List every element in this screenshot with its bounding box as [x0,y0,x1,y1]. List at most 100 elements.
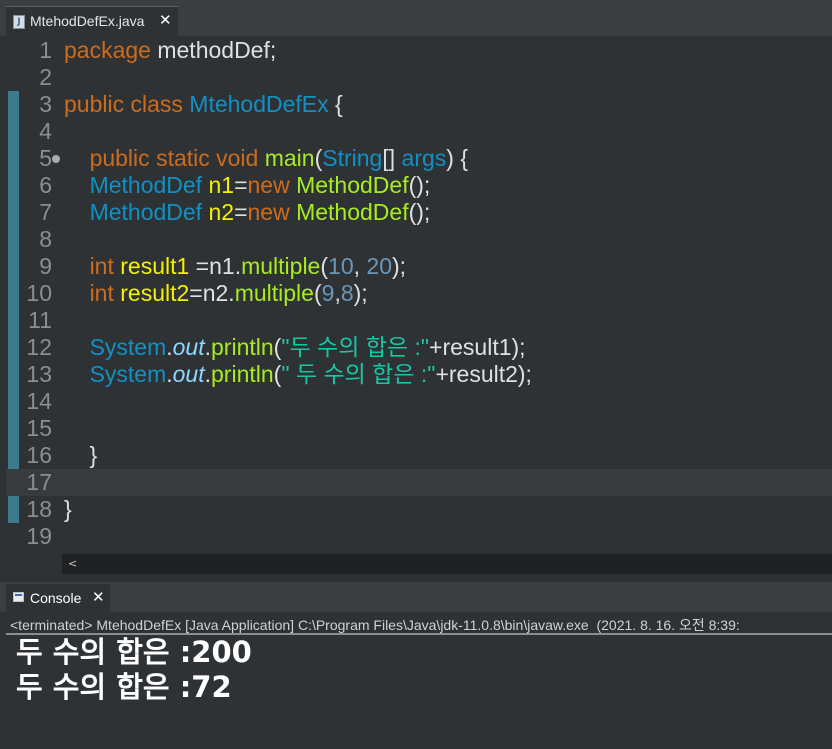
code-token: methodDef; [150,37,277,63]
line-number: 6 [39,172,52,198]
code-token: result1 [120,253,190,279]
code-token: n2 [208,199,235,225]
code-token: package [64,37,151,63]
console-tab-bar: Console ✕ [0,582,832,612]
console-view[interactable]: <terminated> MtehodDefEx [Java Applicati… [6,612,832,749]
editor-tab-label: MtehodDefEx.java [30,13,145,29]
code-line[interactable]: 2 [6,64,832,91]
code-line[interactable]: 18} [6,496,832,523]
code-token: } [64,496,72,522]
code-token: ( [313,280,322,306]
java-file-icon: J [13,15,25,29]
code-text: System.out.println("두 수의 합은 :"+result1); [64,334,526,361]
code-line[interactable]: 11 [6,307,832,334]
fold-marker-icon[interactable] [52,155,60,163]
code-token: args [401,145,447,171]
line-number: 10 [26,280,52,306]
code-token: int [89,280,114,306]
code-token: (); [408,199,431,225]
code-token: =n2. [189,280,235,306]
code-token: multiple [241,253,321,279]
console-tab-label: Console [30,590,82,606]
code-token: out [172,334,205,360]
code-line[interactable]: 17 [6,469,832,496]
code-editor[interactable]: 1 package methodDef; 2 3 public class Mtehod… [6,36,832,576]
line-number: 12 [26,334,52,360]
code-line[interactable]: 16 } [6,442,832,469]
code-token: MtehodDefEx [189,91,329,117]
code-token: new [247,172,290,198]
code-token: new [247,199,290,225]
code-token: void [216,145,259,171]
code-text: MethodDef n2=new MethodDef(); [64,199,431,226]
code-line[interactable]: 10 int result2=n2.multiple(9,8); [6,280,832,307]
tab-console[interactable]: Console ✕ [6,584,110,612]
line-number: 8 [39,226,52,252]
code-text: int result1 =n1.multiple(10, 20); [64,253,407,280]
console-output-line: 두 수의 합은 :200 [16,635,252,669]
scroll-left-icon[interactable]: < [68,557,77,570]
close-icon[interactable]: ✕ [92,588,105,606]
code-token: +result1); [429,334,526,360]
code-token: , [353,253,367,279]
code-text: } [64,496,72,523]
code-token: ( [320,253,329,279]
code-line[interactable]: 6 MethodDef n1=new MethodDef(); [6,172,832,199]
code-token: "두 수의 합은 :" [281,334,430,360]
code-token: public [89,145,150,171]
horizontal-scrollbar[interactable]: < [62,554,832,574]
code-token: System [89,334,167,360]
line-number: 7 [39,199,52,225]
line-number: 4 [39,118,52,144]
code-line[interactable]: 19 [6,523,832,550]
code-text: System.out.println(" 두 수의 합은 :"+result2)… [64,361,532,388]
code-token: ); [353,280,368,306]
line-number: 15 [26,415,52,441]
code-token: [] [382,145,402,171]
code-token: ) { [446,145,469,171]
code-line[interactable]: 1 package methodDef; [6,37,832,64]
code-line[interactable]: 7 MethodDef n2=new MethodDef(); [6,199,832,226]
code-token: { [328,91,343,117]
code-token: main [264,145,315,171]
code-token: n1 [208,172,235,198]
code-token: " 두 수의 합은 :" [281,361,436,387]
code-text: MethodDef n1=new MethodDef(); [64,172,431,199]
code-token: out [172,361,205,387]
code-token: MethodDef [89,172,203,198]
code-token: result2 [120,280,190,306]
code-line[interactable]: 13 System.out.println(" 두 수의 합은 :"+resul… [6,361,832,388]
code-text: } [64,442,98,469]
code-line[interactable]: 9 int result1 =n1.multiple(10, 20); [6,253,832,280]
code-line[interactable]: 4 [6,118,832,145]
close-icon[interactable]: ✕ [159,11,172,29]
line-number: 13 [26,361,52,387]
code-token: = [234,199,248,225]
code-line[interactable]: 12 System.out.println("두 수의 합은 :"+result… [6,334,832,361]
code-token: multiple [234,280,314,306]
code-token: println [211,361,274,387]
console-icon [13,592,24,602]
code-token: 9 [321,280,335,306]
code-token: 8 [340,280,354,306]
code-token: class [130,91,183,117]
code-line[interactable]: 15 [6,415,832,442]
line-number: 1 [39,37,52,63]
code-text: package methodDef; [64,37,276,64]
editor-tab-mtehoddefex[interactable]: J MtehodDefEx.java ✕ [6,6,178,36]
console-status-line: <terminated> MtehodDefEx [Java Applicati… [10,617,740,633]
line-number: 18 [26,496,52,522]
code-line[interactable]: 14 [6,388,832,415]
code-line[interactable]: 3 public class MtehodDefEx { [6,91,832,118]
line-number: 2 [39,64,52,90]
editor-tab-bar: J MtehodDefEx.java ✕ [0,0,832,36]
code-line[interactable]: 5 public static void main(String[] args)… [6,145,832,172]
code-token: System [89,361,167,387]
code-line[interactable]: 8 [6,226,832,253]
